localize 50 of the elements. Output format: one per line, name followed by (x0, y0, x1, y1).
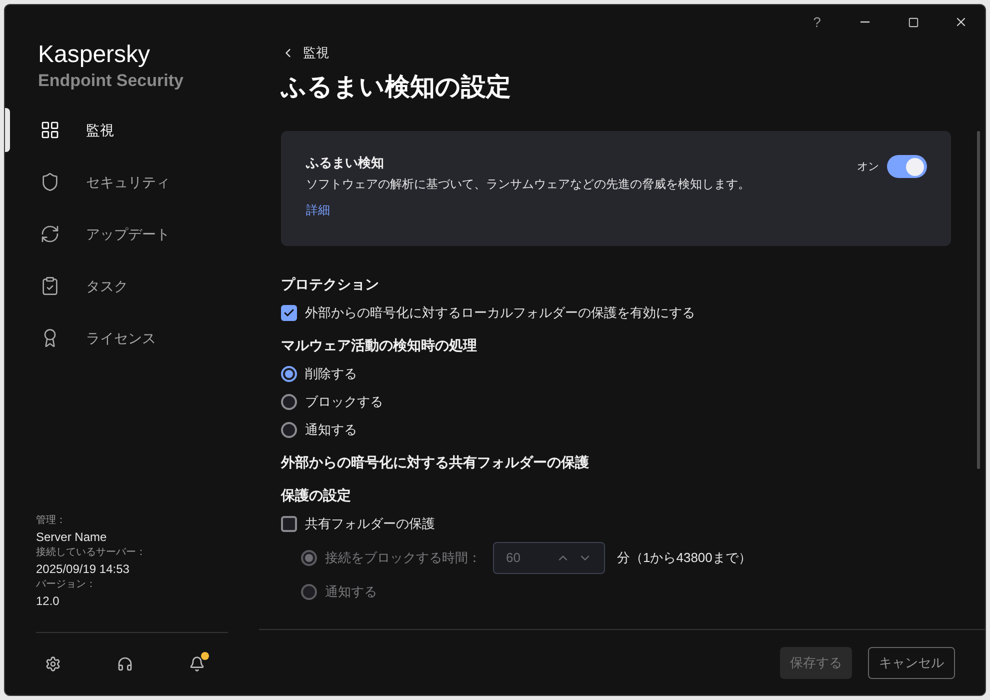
card-description: ソフトウェアの解析に基づいて、ランサムウェアなどの先進の脅威を検知します。 (306, 176, 751, 192)
nav-item[interactable]: ライセンス (5, 312, 259, 364)
close-icon[interactable] (954, 15, 968, 29)
product-name: Endpoint Security (38, 70, 184, 92)
nav-item[interactable]: 監視 (5, 104, 259, 156)
section-heading: マルウェア活動の検知時の処理 (281, 336, 478, 355)
nav-item[interactable]: アップデート (5, 208, 259, 260)
radio-label: 接続をブロックする時間： (325, 549, 481, 568)
details-link[interactable]: 詳細 (306, 200, 330, 218)
info-label: バージョン： (36, 578, 97, 592)
help-button[interactable]: ? (793, 12, 841, 32)
check-icon (283, 307, 295, 319)
selection-indicator (5, 108, 10, 152)
radio-button[interactable] (281, 366, 297, 382)
info-value: 2025/09/19 14:53 (36, 561, 130, 577)
scrollbar-thumb[interactable] (976, 131, 980, 469)
checkbox[interactable] (281, 516, 297, 532)
settings-icon[interactable] (45, 656, 61, 672)
cancel-button[interactable]: キャンセル (868, 646, 955, 678)
radio-label: 削除する (305, 365, 357, 384)
info-value: 12.0 (36, 593, 60, 609)
info-label: 管理： (36, 514, 67, 528)
back-link[interactable]: 監視 (281, 41, 951, 65)
radio-label: 通知する (325, 583, 377, 602)
nav-item[interactable]: セキュリティ (5, 156, 259, 208)
checkbox[interactable] (281, 305, 297, 321)
grid-icon (40, 120, 60, 140)
info-label: 接続しているサーバー： (36, 546, 147, 560)
toggle-switch[interactable] (887, 155, 927, 178)
page-title: ふるまい検知の設定 (281, 72, 512, 103)
shield-icon (40, 172, 60, 192)
radio-button[interactable] (281, 422, 297, 438)
checkbox-label: 共有フォルダーの保護 (305, 515, 435, 534)
refresh-icon (40, 224, 60, 244)
section-heading: 保護の設定 (281, 486, 352, 505)
nav-item[interactable]: タスク (5, 260, 259, 312)
info-value: Server Name (36, 529, 108, 545)
radio-label: ブロックする (305, 393, 383, 412)
section-heading: プロテクション (281, 275, 380, 294)
card-title: ふるまい検知 (306, 154, 385, 172)
radio-label: 通知する (305, 421, 357, 440)
brand-name: Kaspersky (38, 41, 152, 69)
clipboard-icon (40, 276, 60, 296)
toggle-label: オン (857, 160, 879, 175)
checkbox-label: 外部からの暗号化に対するローカルフォルダーの保護を有効にする (305, 304, 695, 322)
headset-icon[interactable] (117, 656, 133, 672)
maximize-icon[interactable] (908, 16, 918, 28)
unit-label: 分（1から43800まで） (617, 549, 752, 568)
radio-button[interactable] (281, 394, 297, 410)
section-heading: 外部からの暗号化に対する共有フォルダーの保護 (281, 453, 590, 472)
